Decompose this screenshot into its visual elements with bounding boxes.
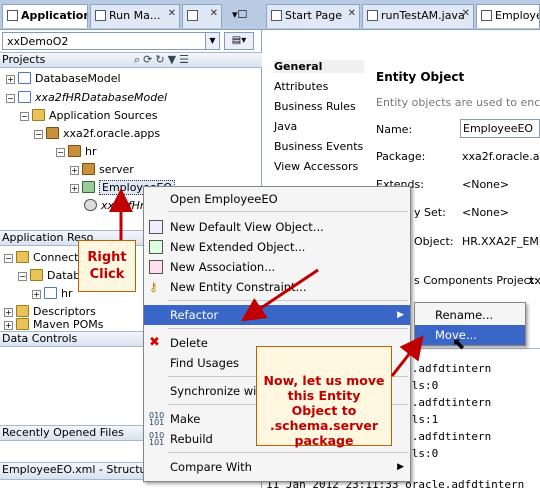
arrow-to-move	[390, 335, 424, 377]
mouse-cursor-icon: ⬉	[452, 334, 466, 353]
annotation-arrows	[109, 188, 424, 377]
arrow-to-refactor	[241, 268, 319, 322]
